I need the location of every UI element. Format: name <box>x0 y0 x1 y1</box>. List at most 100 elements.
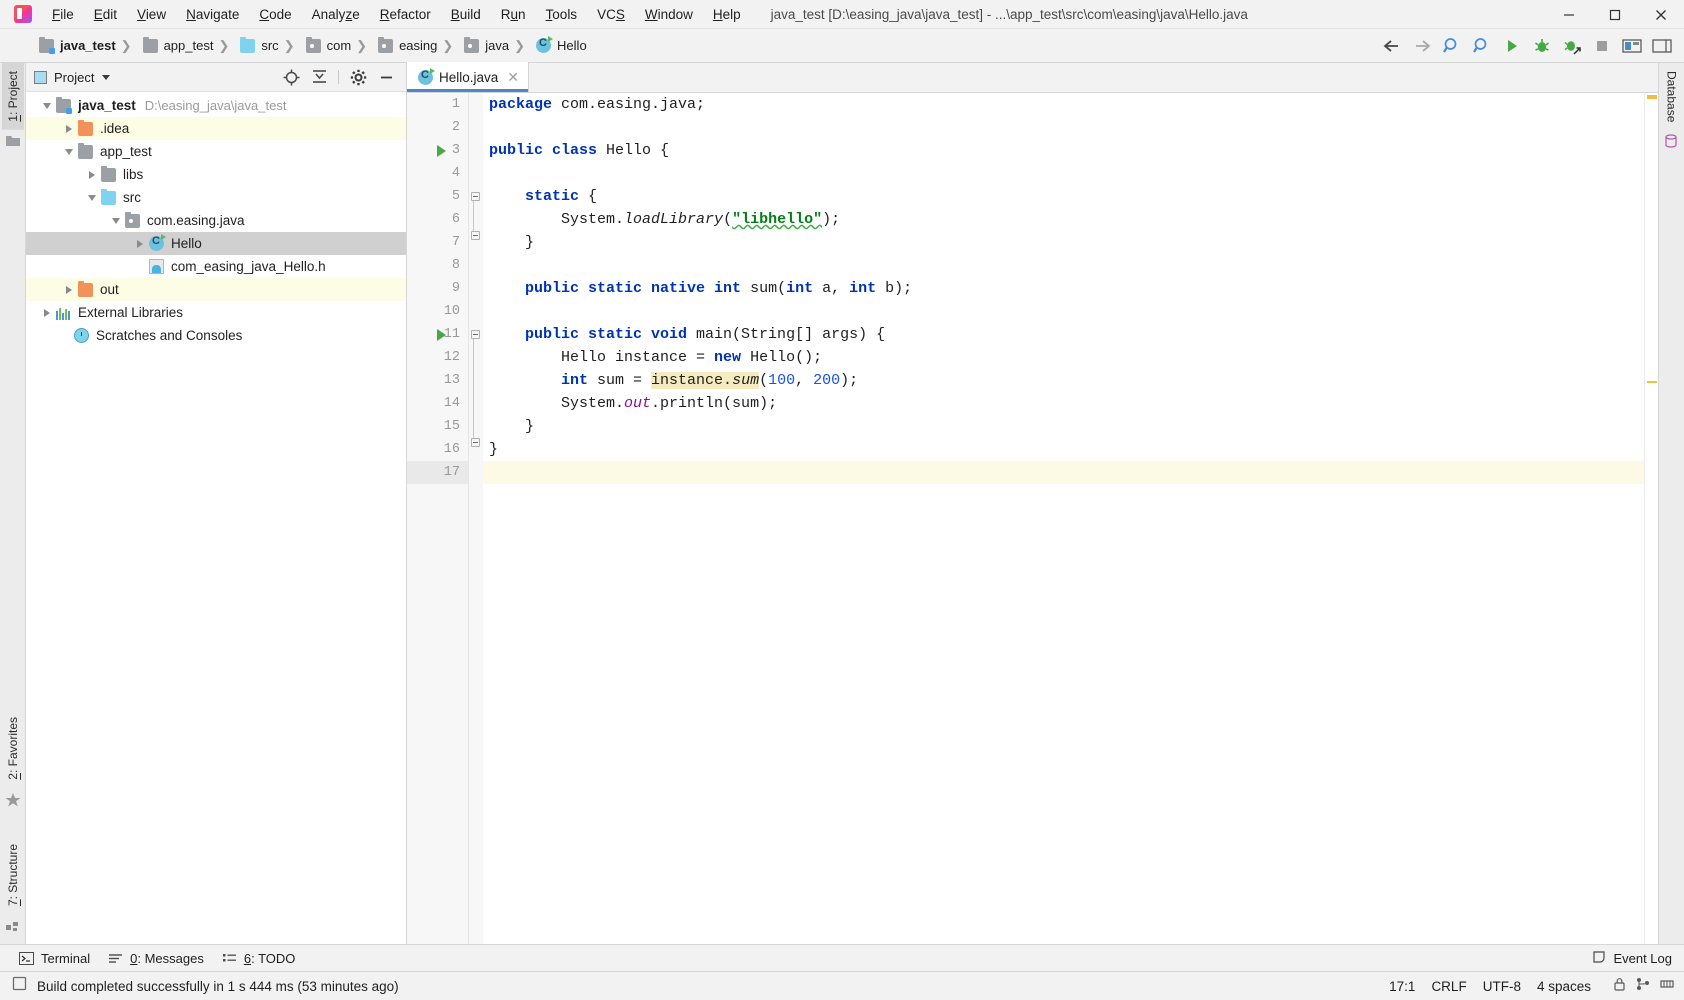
folder-icon <box>5 134 21 148</box>
toolwindow-todo[interactable]: 6: TODO <box>213 948 305 969</box>
menu-analyze[interactable]: Analyze <box>302 4 370 25</box>
lock-icon[interactable] <box>1613 977 1626 996</box>
breadcrumb-easing[interactable]: easing ❯ <box>375 36 461 56</box>
line-separator[interactable]: CRLF <box>1431 979 1466 994</box>
tree-row-scratches[interactable]: Scratches and Consoles <box>26 324 406 347</box>
fold-end-icon[interactable] <box>471 231 480 240</box>
line-number: 4 <box>451 166 460 181</box>
editor-fold-column[interactable] <box>469 93 483 944</box>
folder-gray-icon <box>78 142 93 159</box>
close-button[interactable] <box>1638 0 1684 29</box>
breadcrumb: java_test ❯ app_test ❯ src ❯ com ❯ easin… <box>36 36 590 56</box>
collapse-all-button[interactable] <box>307 66 331 88</box>
expand-arrow[interactable] <box>83 194 101 201</box>
menu-edit[interactable]: Edit <box>84 4 127 25</box>
tree-row-hello[interactable]: Hello <box>26 232 406 255</box>
hide-button[interactable] <box>374 66 398 88</box>
expand-arrow[interactable] <box>38 102 56 109</box>
search-everywhere-button[interactable] <box>1438 32 1466 60</box>
expand-arrow[interactable] <box>107 217 125 224</box>
menu-tools[interactable]: Tools <box>536 4 588 25</box>
forward-button[interactable] <box>1408 32 1436 60</box>
tree-row-package[interactable]: com.easing.java <box>26 209 406 232</box>
locate-button[interactable] <box>279 66 303 88</box>
breadcrumb-app_test[interactable]: app_test ❯ <box>140 36 238 56</box>
settings-button[interactable] <box>1618 32 1646 60</box>
menu-navigate[interactable]: Navigate <box>176 4 249 25</box>
package-icon <box>305 36 321 53</box>
expand-arrow[interactable] <box>60 124 78 133</box>
run-class-gutter-icon[interactable] <box>437 139 451 162</box>
run-with-coverage-button[interactable] <box>1558 32 1586 60</box>
sidebar-item-favorites[interactable]: 2: Favorites <box>2 709 24 788</box>
warning-marker[interactable] <box>1647 95 1657 99</box>
editor-marker-stripe[interactable] <box>1644 93 1658 944</box>
breadcrumb-com[interactable]: com ❯ <box>303 36 375 56</box>
fold-start-icon[interactable] <box>471 330 480 339</box>
maximize-button[interactable] <box>1592 0 1638 29</box>
back-button[interactable] <box>1378 32 1406 60</box>
tab-hello-java[interactable]: Hello.java ✕ <box>407 62 530 92</box>
code-text-area[interactable]: package com.easing.java; public class He… <box>483 93 1644 944</box>
expand-arrow[interactable] <box>131 239 149 248</box>
expand-arrow[interactable] <box>83 170 101 179</box>
caret-marker[interactable] <box>1647 381 1657 383</box>
run-method-gutter-icon[interactable] <box>437 323 451 346</box>
line-number: 15 <box>443 419 460 434</box>
minimize-button[interactable] <box>1546 0 1592 29</box>
stop-button[interactable] <box>1588 32 1616 60</box>
settings-gear-button[interactable] <box>346 66 370 88</box>
breadcrumb-java[interactable]: java ❯ <box>461 36 533 56</box>
header-file-icon <box>149 259 164 274</box>
fold-end-icon[interactable] <box>471 438 480 447</box>
menu-view[interactable]: View <box>127 4 176 25</box>
tree-row-header-file[interactable]: com_easing_java_Hello.h <box>26 255 406 278</box>
tree-row-out[interactable]: out <box>26 278 406 301</box>
breadcrumb-java_test[interactable]: java_test ❯ <box>36 36 140 56</box>
tree-row-idea[interactable]: .idea <box>26 117 406 140</box>
toolwindow-terminal[interactable]: Terminal <box>10 948 99 969</box>
hide-panels-button[interactable] <box>1648 32 1676 60</box>
memory-icon[interactable] <box>1660 977 1674 996</box>
tree-row-src[interactable]: src <box>26 186 406 209</box>
debug-button[interactable] <box>1528 32 1556 60</box>
toolwindow-label: 0: Messages <box>130 950 204 966</box>
tree-row-external-libraries[interactable]: External Libraries <box>26 301 406 324</box>
status-message[interactable]: Build completed successfully in 1 s 444 … <box>37 979 399 994</box>
tree-row-app_test[interactable]: app_test <box>26 140 406 163</box>
menu-refactor[interactable]: Refactor <box>370 4 441 25</box>
fold-start-icon[interactable] <box>471 192 480 201</box>
expand-arrow[interactable] <box>60 285 78 294</box>
expand-arrow[interactable] <box>60 148 78 155</box>
indent-setting[interactable]: 4 spaces <box>1537 979 1591 994</box>
menu-build[interactable]: Build <box>441 4 491 25</box>
expand-arrow[interactable] <box>38 308 56 317</box>
editor-gutter[interactable]: 1 2 3 4 5 6 7 8 9 10 11 12 13 14 15 16 1 <box>407 93 469 944</box>
breadcrumb-label: app_test <box>163 38 214 53</box>
run-button[interactable] <box>1498 32 1526 60</box>
menu-vcs[interactable]: VCS <box>587 4 635 25</box>
menu-file[interactable]: FFileile <box>42 4 84 25</box>
file-encoding[interactable]: UTF-8 <box>1483 979 1521 994</box>
tree-row-java_test[interactable]: java_test D:\easing_java\java_test <box>26 94 406 117</box>
menu-help[interactable]: Help <box>703 4 751 25</box>
tree-row-libs[interactable]: libs <box>26 163 406 186</box>
sidebar-item-database[interactable]: Database <box>1661 63 1683 130</box>
toolwindow-messages[interactable]: 0: Messages <box>99 948 213 969</box>
sidebar-item-structure[interactable]: 7: Structure <box>2 836 24 914</box>
code-editor[interactable]: 1 2 3 4 5 6 7 8 9 10 11 12 13 14 15 16 1 <box>407 93 1658 944</box>
folder-gray-icon <box>101 165 116 182</box>
chevron-down-icon[interactable] <box>102 74 111 80</box>
event-log-button[interactable]: Event Log <box>1592 950 1672 967</box>
project-panel-title[interactable]: Project <box>34 70 111 85</box>
sidebar-item-project[interactable]: 1: Project <box>1 63 24 130</box>
caret-position[interactable]: 17:1 <box>1389 979 1415 994</box>
breadcrumb-hello[interactable]: Hello <box>533 36 590 55</box>
menu-code[interactable]: Code <box>249 4 301 25</box>
menu-run[interactable]: Run <box>491 4 536 25</box>
close-icon[interactable]: ✕ <box>507 69 519 86</box>
find-button[interactable] <box>1468 32 1496 60</box>
breadcrumb-src[interactable]: src ❯ <box>237 36 302 56</box>
vcs-branch-icon[interactable] <box>1636 977 1650 996</box>
menu-window[interactable]: Window <box>635 4 703 25</box>
